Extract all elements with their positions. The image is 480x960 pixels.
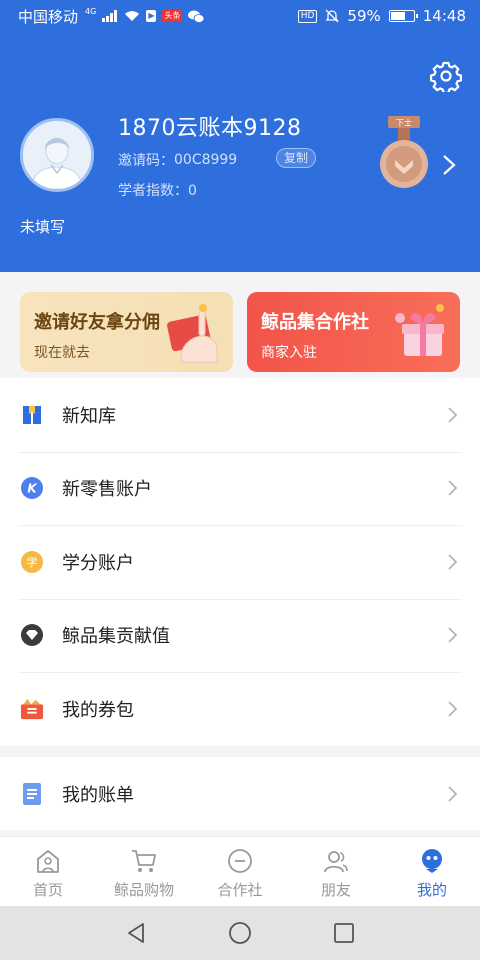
banner-subtitle: 商家入驻 xyxy=(261,345,317,361)
banner-title: 邀请好友拿分佣 xyxy=(34,312,160,333)
bill-icon xyxy=(20,782,44,806)
chevron-right-icon xyxy=(448,627,458,643)
tab-friends[interactable]: 朋友 xyxy=(288,837,384,906)
app-notify-icon: ▶ xyxy=(146,10,157,22)
wifi-icon xyxy=(125,11,140,21)
menu-item-knowledge[interactable]: 新知库 xyxy=(0,378,480,452)
bottom-tab-bar: 首页 鲸品购物 合作社 朋友 我的 xyxy=(0,836,480,906)
coop-icon xyxy=(228,849,252,873)
signal-icon xyxy=(102,10,118,22)
chevron-right-icon xyxy=(448,786,458,802)
profile-header: 1870云账本9128 邀请码： 00C8999 复制 学者指数：0 下士 未填… xyxy=(0,32,480,272)
copy-button[interactable]: 复制 xyxy=(276,148,317,168)
avatar[interactable] xyxy=(20,118,94,192)
tab-home[interactable]: 首页 xyxy=(0,837,96,906)
scholar-index: 学者指数：0 xyxy=(118,183,197,199)
wechat-icon xyxy=(188,10,205,23)
promo-banners: 邀请好友拿分佣 现在就去 鲸品集合作社 商家入驻 xyxy=(20,292,460,372)
menu-item-bills[interactable]: 我的账单 xyxy=(0,757,480,831)
tab-label: 朋友 xyxy=(320,881,351,899)
chevron-right-icon[interactable] xyxy=(442,154,456,176)
menu-item-coupons[interactable]: 我的券包 xyxy=(0,672,480,746)
menu-item-contribution[interactable]: 鲸品集贡献值 xyxy=(0,598,480,673)
home-button-icon[interactable] xyxy=(228,921,252,945)
book-icon xyxy=(20,403,44,427)
profile-icon xyxy=(422,849,442,873)
menu-item-label: 鲸品集贡献值 xyxy=(62,626,170,648)
menu-item-label: 学分账户 xyxy=(62,552,134,574)
banner-subtitle: 现在就去 xyxy=(34,345,90,361)
menu-item-credit-account[interactable]: 学 学分账户 xyxy=(0,525,480,599)
tab-shopping[interactable]: 鲸品购物 xyxy=(96,837,192,906)
tab-label: 合作社 xyxy=(217,881,263,899)
hd-icon: HD xyxy=(297,9,318,23)
merchant-banner[interactable]: 鲸品集合作社 商家入驻 xyxy=(247,292,460,372)
menu-item-label: 新零售账户 xyxy=(62,479,152,501)
friends-icon xyxy=(324,851,348,873)
chevron-right-icon xyxy=(448,554,458,570)
system-nav-bar xyxy=(0,906,480,960)
medal-label: 下士 xyxy=(396,118,412,128)
toutiao-icon: 头条 xyxy=(162,10,183,22)
recents-icon[interactable] xyxy=(332,921,356,945)
credit-icon: 学 xyxy=(20,550,44,574)
coupon-icon xyxy=(20,697,44,721)
menu-item-retail-account[interactable]: K 新零售账户 xyxy=(0,451,480,526)
invite-code-line: 邀请码： 00C8999 xyxy=(118,150,237,170)
cart-icon xyxy=(132,850,156,872)
battery-percent: 59% xyxy=(347,7,381,25)
clock: 14:48 xyxy=(422,7,466,25)
banner-title: 鲸品集合作社 xyxy=(261,312,369,333)
k-coin-icon: K xyxy=(20,476,44,500)
status-bar: 中国移动 4G ▶ 头条 HD 59% 14:48 xyxy=(0,0,480,32)
profile-bio[interactable]: 未填写 xyxy=(20,216,65,237)
battery-icon xyxy=(388,10,418,22)
mute-icon xyxy=(325,9,339,23)
invite-friends-banner[interactable]: 邀请好友拿分佣 现在就去 xyxy=(20,292,233,372)
invite-code-label: 邀请码： xyxy=(118,153,174,169)
carrier-name: 中国移动 xyxy=(18,7,79,26)
gift-box-icon xyxy=(395,304,444,356)
invite-code-value: 00C8999 xyxy=(174,152,238,168)
medal-icon[interactable]: 下士 xyxy=(376,116,432,192)
tab-label: 我的 xyxy=(416,881,447,899)
menu-group-bills: 我的账单 xyxy=(0,757,480,830)
menu-item-label: 我的账单 xyxy=(62,784,134,806)
chevron-right-icon xyxy=(448,480,458,496)
username: 1870云账本9128 xyxy=(118,116,302,141)
gear-icon[interactable] xyxy=(430,60,462,92)
diamond-icon xyxy=(20,623,44,647)
avatar-placeholder-icon xyxy=(23,121,91,189)
back-icon[interactable] xyxy=(124,921,148,945)
chevron-right-icon xyxy=(448,407,458,423)
tab-label: 首页 xyxy=(32,881,63,899)
menu-item-label: 我的券包 xyxy=(62,699,134,721)
menu-group-main: 新知库 K 新零售账户 学 学分账户 鲸品集贡献值 我的券包 xyxy=(0,378,480,746)
tab-label: 鲸品购物 xyxy=(113,881,174,899)
network-indicator: 4G xyxy=(85,7,97,16)
svg-text:学: 学 xyxy=(27,555,38,569)
red-packet-icon xyxy=(167,304,218,363)
tab-me[interactable]: 我的 xyxy=(384,837,480,906)
home-icon xyxy=(37,850,59,873)
menu-item-label: 新知库 xyxy=(62,405,116,427)
tab-coop[interactable]: 合作社 xyxy=(192,837,288,906)
chevron-right-icon xyxy=(448,701,458,717)
